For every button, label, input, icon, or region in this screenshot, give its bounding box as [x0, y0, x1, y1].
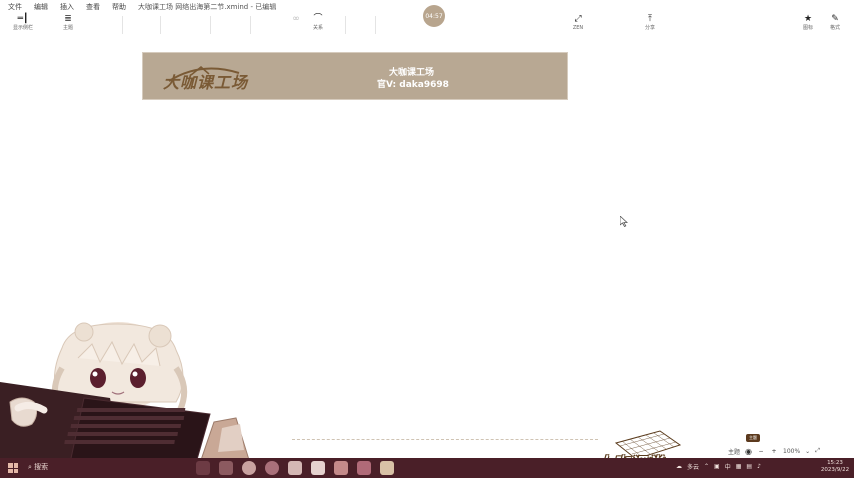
share-icon: ⤒ [648, 14, 652, 24]
share-button[interactable]: ⤒ 分享 [635, 14, 665, 32]
relation-button[interactable]: ⌒ 关系 [303, 14, 333, 32]
input-method-icon[interactable]: ▦ [736, 463, 742, 470]
mascot-illustration [0, 322, 250, 463]
zoom-in-button[interactable]: + [770, 448, 778, 455]
zen-button[interactable]: ⤢ ZEN [563, 14, 593, 32]
volume-icon[interactable]: ♪ [757, 463, 761, 470]
taskbar-app-icon[interactable] [334, 461, 348, 475]
clock-date: 2023/9/22 [820, 467, 850, 473]
toolbar-divider [345, 16, 346, 34]
chevron-down-icon[interactable]: ⌄ [805, 448, 810, 455]
icon-panel-button[interactable]: ★ 图标 [793, 14, 823, 32]
menu-insert[interactable]: 插入 [54, 2, 80, 12]
eye-icon[interactable]: ◉ [745, 447, 752, 456]
zoom-level[interactable]: 100% [783, 448, 800, 455]
clock-time: 15:23 [827, 460, 843, 466]
document-title: 大咖课工场 网络出海第二节.xmind - 已编辑 [138, 2, 277, 11]
toolbar-divider [210, 16, 211, 34]
taskbar: ⌕ 搜索 ☁ 多云 ⌃ ▣ 中 ▦ ▤ ♪ 15:23 2023/9/22 [0, 458, 854, 478]
menu-edit[interactable]: 编辑 [28, 2, 54, 12]
brand-logo-text: 大咖课工场 [163, 73, 249, 92]
taskbar-app-icon[interactable] [357, 461, 371, 475]
taskbar-app-icon[interactable] [196, 461, 210, 475]
menu-help[interactable]: 帮助 [106, 2, 132, 12]
menu-view[interactable]: 查看 [80, 2, 106, 12]
toolbar-divider [375, 16, 376, 34]
toolbar-divider [160, 16, 161, 34]
relation-icon: ⌒ [313, 14, 323, 24]
system-tray: ☁ 多云 ⌃ ▣ 中 ▦ ▤ ♪ [676, 462, 761, 471]
taskbar-app-icon[interactable] [219, 461, 233, 475]
canvas-scroll-indicator[interactable] [292, 439, 598, 441]
format-icon: ✎ [831, 14, 839, 24]
tray-app-icon[interactable]: ▣ [714, 463, 720, 470]
taskbar-app-icon[interactable] [288, 461, 302, 475]
link-icon: ∞ [292, 14, 300, 24]
star-icon: ★ [803, 14, 813, 24]
weather-text[interactable]: 多云 [687, 462, 699, 471]
zen-icon: ⤢ [574, 14, 582, 24]
fullscreen-icon[interactable]: ⤢ [815, 447, 820, 455]
central-topic-banner[interactable]: 大咖课工场 大咖课工场 官V: daka9698 [142, 52, 568, 100]
banner-contact: 官V: daka9698 [377, 80, 449, 90]
menu-file[interactable]: 文件 [0, 2, 28, 12]
sidebar-icon: ═┃ [17, 14, 29, 24]
toolbar: ═┃ 显示侧栏 ≣ 主题 ∞ ⌒ 关系 ⤢ ZEN ⤒ 分享 ★ 图标 ✎ 格式 [0, 14, 854, 38]
toolbar-divider [250, 16, 251, 34]
tooltip: 主题 [746, 434, 760, 442]
taskbar-app-icon[interactable] [265, 461, 279, 475]
mouse-cursor-icon [620, 216, 628, 227]
network-icon[interactable]: ▤ [746, 463, 752, 470]
folder-icon[interactable] [380, 461, 394, 475]
status-bar: 主题 ◉ − + 100% ⌄ ⤢ [728, 445, 820, 457]
chevron-up-icon[interactable]: ⌃ [704, 463, 709, 470]
topic-button[interactable]: ≣ 主题 [53, 14, 83, 32]
toolbar-divider [122, 16, 123, 34]
topic-count-label[interactable]: 主题 [728, 447, 740, 456]
zoom-out-button[interactable]: − [757, 448, 765, 455]
format-panel-button[interactable]: ✎ 格式 [820, 14, 850, 32]
system-clock[interactable]: 15:23 2023/9/22 [818, 460, 852, 474]
topic-icon: ≣ [64, 14, 72, 24]
language-indicator[interactable]: 中 [725, 462, 731, 471]
taskbar-search[interactable]: ⌕ 搜索 [28, 462, 48, 472]
browser-icon[interactable] [242, 461, 256, 475]
taskbar-apps [196, 461, 394, 475]
taskbar-app-icon[interactable] [311, 461, 325, 475]
weather-icon[interactable]: ☁ [676, 463, 682, 470]
windows-start-icon[interactable] [8, 463, 18, 473]
toggle-sidebar-button[interactable]: ═┃ 显示侧栏 [8, 14, 38, 32]
